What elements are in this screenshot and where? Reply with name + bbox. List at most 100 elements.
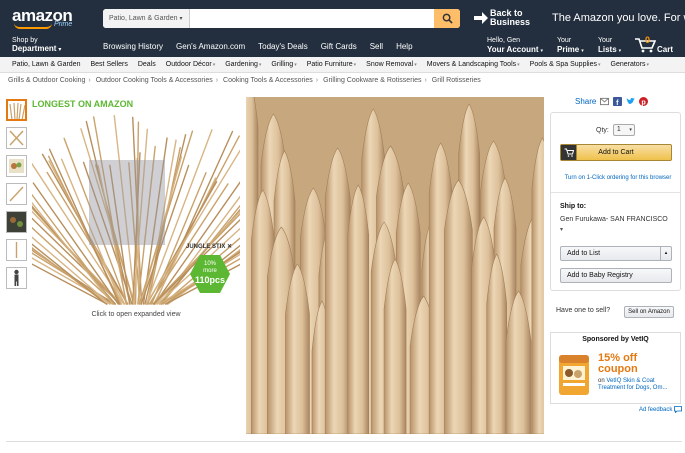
chevron-down-icon: ▾ [517,62,520,68]
badge-count: 110pcs [194,275,226,285]
grill-food-thumb [7,212,26,232]
brand-mark: JUNGLE STIX ✕ [186,243,232,250]
thumbnail-7[interactable] [6,267,27,289]
prime-label: Prime [557,45,580,54]
skewer-tip [383,258,407,434]
chevron-down-icon: ▾ [540,48,544,54]
subnav-title[interactable]: Patio, Lawn & Garden [0,61,86,68]
sponsored-ad[interactable]: Sponsored by VetIQ 15% off coupon on Vet… [550,332,681,404]
account-menu[interactable]: Hello, Gen Your Account ▾ [487,36,543,56]
subnav-item-best-sellers[interactable]: Best Sellers [86,61,133,68]
baby-registry-label: Add to Baby Registry [567,272,633,279]
skewers-closeup-image [246,97,544,434]
single-skewer-thumb [9,186,24,202]
breadcrumb-item[interactable]: Cooking Tools & Accessories [223,77,313,84]
subnav-item-gardening[interactable]: Gardening▾ [220,61,266,68]
chevron-down-icon: ▾ [414,62,417,68]
lists-menu[interactable]: Your Lists ▾ [598,36,621,56]
crossed-skewers-thumb [9,130,24,146]
promo-badge: Back to Business [490,8,531,27]
svg-text:p: p [642,97,647,106]
list-dropdown-toggle[interactable]: ▴ [660,247,671,260]
thumbnail-1[interactable] [6,99,27,121]
breadcrumb-item[interactable]: Grill Rotisseries [432,77,481,84]
ad-feedback-link[interactable]: Ad feedback [639,406,683,413]
one-click-link[interactable]: Turn on 1-Click ordering for this browse… [559,175,677,181]
close-icon: ✕ [227,244,233,250]
breadcrumb-item[interactable]: Grills & Outdoor Cooking [8,77,85,84]
breadcrumb-separator: › [424,77,427,84]
thumbnail-5[interactable] [6,211,27,233]
thumbnail-4[interactable] [6,183,27,205]
thumbnail-3[interactable] [6,155,27,177]
speech-bubble-icon [674,406,683,413]
nav-browsing-history[interactable]: Browsing History [103,42,163,51]
subnav-item-snow-removal[interactable]: Snow Removal▾ [361,61,422,68]
subnav-item-pools-spa[interactable]: Pools & Spa Supplies▾ [525,61,606,68]
baby-registry-button[interactable]: Add to Baby Registry [560,268,672,283]
breadcrumb-item[interactable]: Grilling Cookware & Rotisseries [323,77,421,84]
quantity-label: Qty: [596,126,609,134]
breadcrumb-separator: › [88,77,91,84]
nav-help[interactable]: Help [396,42,412,51]
share-label[interactable]: Share [575,97,596,106]
main-product-image[interactable]: LONGEST ON AMAZON JUNGLE STIX ✕ 10% more … [32,96,240,311]
quantity-value: 1 [616,126,621,133]
top-navbar: amazon Prime Patio, Lawn & Garden ▾ Back … [0,0,685,57]
nav-gift-cards[interactable]: Gift Cards [321,42,357,51]
twitter-icon[interactable] [626,97,636,106]
person-scale-thumb [14,269,19,286]
chevron-down-icon: ▾ [58,47,62,53]
subnav-label: Generators [610,61,646,68]
logo-smile-icon [14,23,52,29]
subnav-item-grilling[interactable]: Grilling▾ [266,61,301,68]
nav-sell[interactable]: Sell [370,42,383,51]
breadcrumb-separator: › [215,77,219,84]
email-icon[interactable] [600,97,610,106]
sell-on-amazon-button[interactable]: Sell on Amazon [624,306,674,318]
logo-prime-label: Prime [54,21,73,28]
sponsored-heading: Sponsored by VetIQ [582,336,649,343]
add-to-cart-button[interactable]: Add to Cart [560,144,672,161]
quantity-select[interactable]: 1 ▾ [612,124,635,136]
skewer-tip [347,184,370,434]
chevron-down-icon: ▾ [629,127,632,133]
search-scope-dropdown[interactable]: Patio, Lawn & Garden ▾ [103,9,190,28]
search-button[interactable] [434,9,460,28]
breadcrumb-item[interactable]: Outdoor Cooking Tools & Accessories [96,77,213,84]
amazon-logo[interactable]: amazon Prime [12,6,73,29]
chevron-down-icon: ▾ [212,62,216,68]
thumbnail-2[interactable] [6,127,27,149]
shop-by-department[interactable]: Shop by Department ▾ [12,37,61,54]
prime-menu[interactable]: Your Prime ▾ [557,36,584,56]
zoom-lens [89,160,165,245]
nav-todays-deals[interactable]: Today's Deals [258,42,308,51]
thumbnail-6[interactable] [6,239,27,261]
promo-tagline: The Amazon you love. For work. [552,12,685,24]
chevron-down-icon: ▾ [353,62,357,68]
prime-line1: Your [557,37,572,44]
pinterest-icon[interactable]: p [639,97,649,106]
back-to-business-promo[interactable]: Back to Business The Amazon you love. Fo… [474,8,685,28]
chevron-down-icon[interactable]: ▾ [560,226,563,233]
subnav-label: Snow Removal [366,61,414,68]
shop-by-line2: Department [12,44,57,53]
ship-to-label: Ship to: [560,203,587,210]
subnav-item-outdoor-decor[interactable]: Outdoor Décor▾ [161,61,220,68]
facebook-icon[interactable]: f [613,97,623,106]
add-to-list-button[interactable]: Add to List ▴ [560,246,672,261]
coupon-offer: 15% off coupon [598,353,638,375]
expanded-view-hint[interactable]: Click to open expanded view [32,311,240,318]
ship-to-address[interactable]: Gen Furukawa- SAN FRANCISCO [560,216,668,223]
coupon-word: coupon [598,363,638,375]
search-input[interactable] [185,9,435,28]
nav-my-amazon[interactable]: Gen's Amazon.com [176,42,245,51]
subnav-item-movers-landscaping[interactable]: Movers & Landscaping Tools▾ [422,61,525,68]
subnav-label: Gardening [225,61,258,68]
sponsored-product-link[interactable]: VetIQ Skin & Coat Treatment for Dogs, Om… [598,378,667,391]
subnav-item-patio-furniture[interactable]: Patio Furniture▾ [302,61,361,68]
cart-button[interactable]: 0 Cart [634,35,673,55]
subnav-item-deals[interactable]: Deals [133,61,161,68]
subnav-item-generators[interactable]: Generators▾ [606,61,655,68]
search-bar: Patio, Lawn & Garden ▾ [103,9,460,28]
